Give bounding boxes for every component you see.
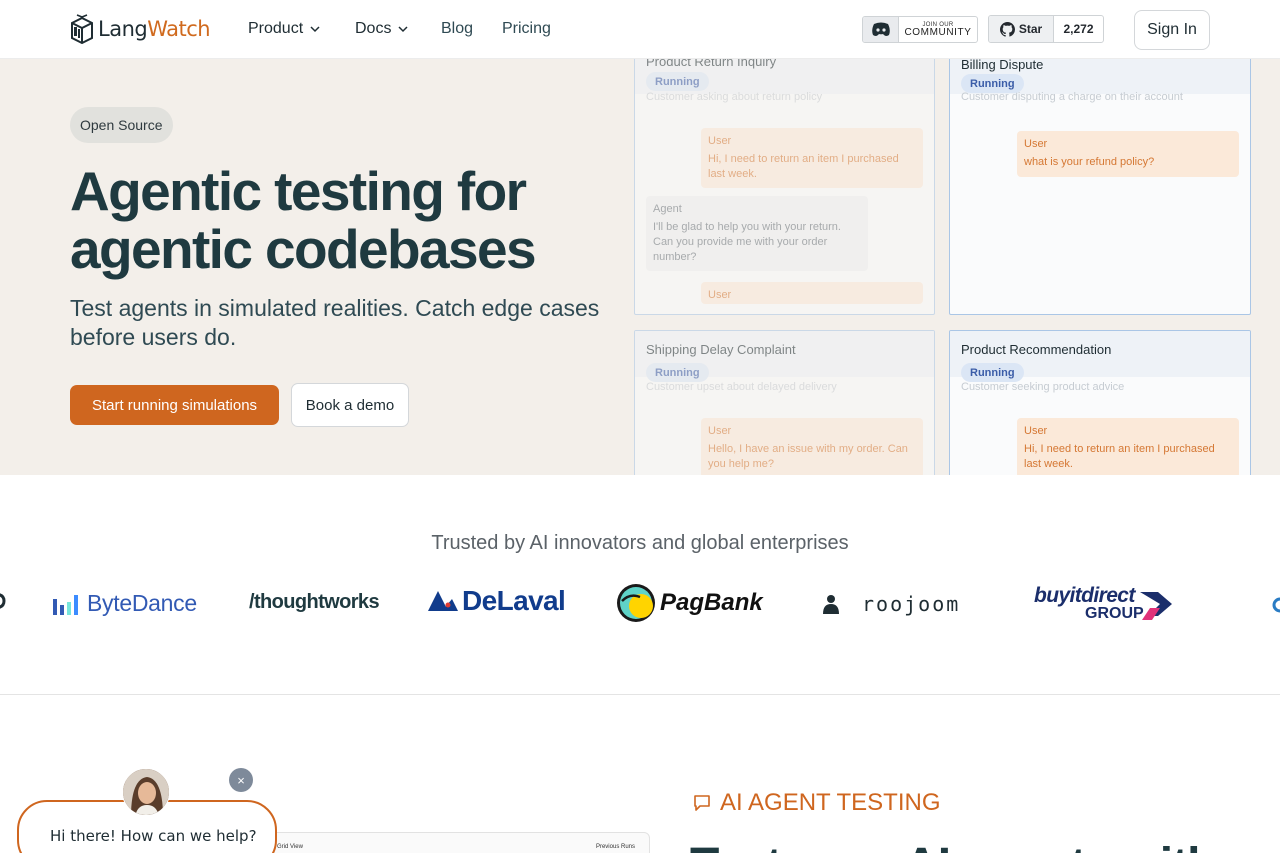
agent-message: Agent I'll be glad to help you with your… bbox=[646, 196, 868, 271]
brand-name-part: Lang bbox=[98, 17, 148, 41]
user-message: User Hello, I have an issue with my orde… bbox=[701, 418, 923, 475]
chat-greeting[interactable]: Hi there! How can we help? bbox=[50, 827, 257, 845]
nav-pricing-link[interactable]: Pricing bbox=[502, 20, 551, 38]
user-message: User bbox=[701, 282, 923, 304]
simulation-card[interactable]: Billing Dispute Customer disputing a cha… bbox=[949, 59, 1251, 315]
github-icon bbox=[999, 21, 1015, 37]
pagbank-mark-icon bbox=[617, 584, 655, 622]
status-badge: Running bbox=[646, 363, 709, 382]
pagbank-logo: PagBank bbox=[616, 583, 763, 623]
message-text: what is your refund policy? bbox=[1024, 156, 1155, 168]
buyitdirect-group-label: GROUP bbox=[1085, 605, 1144, 622]
discord-label: JOIN OUR COMMUNITY bbox=[899, 17, 977, 42]
chevron-down-icon bbox=[310, 26, 320, 33]
simulation-card[interactable]: Product Return Inquiry Customer asking a… bbox=[634, 59, 935, 315]
section-tag-label: AI AGENT TESTING bbox=[720, 789, 941, 816]
github-star-count[interactable]: 2,272 bbox=[1054, 16, 1103, 42]
top-navigation: LangWatch Product Docs Blog Pricing JOIN… bbox=[0, 0, 1280, 59]
support-avatar bbox=[122, 768, 170, 816]
roojoom-mark-icon bbox=[823, 595, 839, 614]
card-description: Customer seeking product advice bbox=[961, 381, 1125, 393]
message-text: Hi, I need to return an item I purchased… bbox=[708, 153, 899, 180]
message-role: User bbox=[1024, 425, 1048, 437]
card-description: Customer asking about return policy bbox=[646, 91, 823, 103]
partial-logo bbox=[1272, 592, 1280, 614]
hero-title: Agentic testing for agentic codebases bbox=[70, 160, 537, 280]
nav-pricing-label: Pricing bbox=[502, 20, 551, 37]
langwatch-logo[interactable]: LangWatch bbox=[70, 14, 211, 44]
github-star-button[interactable]: Star 2,272 bbox=[988, 15, 1104, 43]
discord-icon bbox=[863, 17, 899, 42]
simulation-card[interactable]: Shipping Delay Complaint Customer upset … bbox=[634, 330, 935, 475]
bytedance-logo: ByteDance bbox=[53, 590, 197, 617]
user-message: User what is your refund policy? bbox=[1017, 131, 1239, 177]
hero-section: Open Source Agentic testing for agentic … bbox=[0, 59, 1280, 475]
user-message: User Hi, I need to return an item I purc… bbox=[701, 128, 923, 188]
brand-name: LangWatch bbox=[98, 17, 211, 41]
discord-label-big: COMMUNITY bbox=[904, 26, 972, 38]
message-text: Hi, I need to return an item I purchased… bbox=[1024, 443, 1215, 470]
delaval-wordmark: DeLaval bbox=[462, 585, 566, 616]
brand-name-accent: Watch bbox=[147, 17, 211, 41]
message-role: User bbox=[1024, 138, 1048, 150]
simulation-card[interactable]: Product Recommendation Customer seeking … bbox=[949, 330, 1251, 475]
bytedance-wordmark: ByteDance bbox=[87, 590, 197, 616]
status-badge: Running bbox=[961, 363, 1024, 382]
nav-blog-link[interactable]: Blog bbox=[441, 20, 473, 38]
close-chat-button[interactable]: × bbox=[229, 768, 253, 792]
delaval-mark-icon bbox=[428, 591, 458, 611]
card-title: Shipping Delay Complaint bbox=[646, 342, 796, 357]
nav-docs-menu[interactable]: Docs bbox=[355, 20, 409, 38]
status-badge: Running bbox=[961, 74, 1024, 93]
buyitdirect-logo: buyitdirect GROUP bbox=[1034, 584, 1174, 626]
message-text: Hello, I have an issue with my order. Ca… bbox=[708, 443, 908, 470]
message-text: I'll be glad to help you with your retur… bbox=[653, 221, 841, 263]
chat-bubble-icon bbox=[694, 795, 710, 811]
github-star[interactable]: Star bbox=[989, 16, 1054, 42]
start-simulations-button[interactable]: Start running simulations bbox=[70, 385, 279, 425]
preview-grid-view-label: Grid View bbox=[277, 844, 303, 850]
roojoom-logo: roojoom bbox=[822, 592, 960, 616]
section-divider bbox=[0, 694, 1280, 695]
open-source-badge: Open Source bbox=[70, 107, 173, 143]
card-description: Customer upset about delayed delivery bbox=[646, 381, 837, 393]
nav-product-label: Product bbox=[248, 20, 304, 37]
app-preview-screenshot: Grid View Previous Runs bbox=[270, 832, 650, 853]
book-demo-button[interactable]: Book a demo bbox=[291, 383, 409, 427]
card-title: Product Recommendation bbox=[961, 342, 1112, 357]
github-star-label: Star bbox=[1018, 22, 1043, 36]
sign-in-button[interactable]: Sign In bbox=[1134, 10, 1210, 50]
discord-community-button[interactable]: JOIN OUR COMMUNITY bbox=[862, 16, 978, 43]
langwatch-logo-icon bbox=[71, 14, 93, 44]
customer-logo-strip: ByteDance /thoughtworks DeLaval PagBank … bbox=[0, 580, 1280, 630]
nav-docs-label: Docs bbox=[355, 20, 392, 37]
pagbank-wordmark: PagBank bbox=[660, 589, 763, 616]
thoughtworks-wordmark: /thoughtworks bbox=[249, 591, 380, 613]
message-role: Agent bbox=[653, 203, 682, 215]
delaval-logo: DeLaval bbox=[428, 585, 566, 617]
thoughtworks-logo: /thoughtworks bbox=[249, 591, 380, 614]
card-title: Billing Dispute bbox=[961, 59, 1044, 72]
hero-subtitle: Test agents in simulated realities. Catc… bbox=[70, 295, 600, 350]
section-heading: Test your AI agents with bbox=[690, 838, 1216, 853]
partial-logo bbox=[0, 590, 6, 612]
message-role: User bbox=[708, 135, 732, 147]
roojoom-wordmark: roojoom bbox=[862, 592, 961, 616]
card-title: Product Return Inquiry bbox=[646, 59, 777, 69]
buyitdirect-arrow-icon bbox=[1140, 592, 1172, 620]
message-role: User bbox=[708, 289, 732, 301]
bytedance-bars-icon bbox=[53, 594, 78, 615]
nav-blog-label: Blog bbox=[441, 20, 474, 37]
message-role: User bbox=[708, 425, 732, 437]
user-message: User Hi, I need to return an item I purc… bbox=[1017, 418, 1239, 475]
nav-product-menu[interactable]: Product bbox=[248, 20, 321, 38]
status-badge: Running bbox=[646, 72, 709, 91]
chevron-down-icon bbox=[398, 26, 408, 33]
preview-previous-runs-label: Previous Runs bbox=[595, 844, 635, 850]
trusted-heading: Trusted by AI innovators and global ente… bbox=[431, 532, 849, 554]
section-tag: AI AGENT TESTING bbox=[692, 789, 941, 817]
